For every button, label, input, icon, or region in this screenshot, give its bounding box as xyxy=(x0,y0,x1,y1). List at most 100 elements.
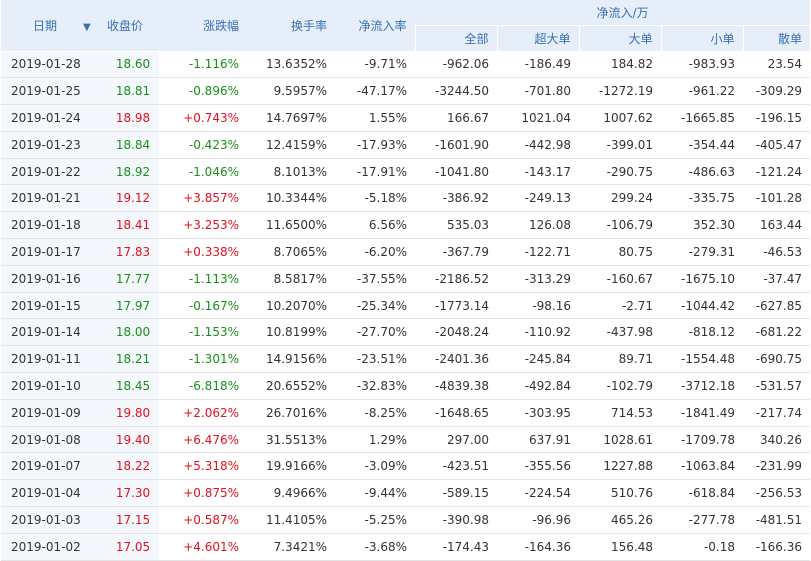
table-row: 2019-01-03 17.15 +0.587% 11.4105% -5.25% -390… xyxy=(1,506,811,534)
cell-close: 18.22 xyxy=(91,452,159,481)
cell-netflow-rate: -9.71% xyxy=(335,51,415,79)
cell-close: 18.98 xyxy=(91,104,159,132)
cell-small: -279.31 xyxy=(661,238,743,266)
cell-date: 2019-01-02 xyxy=(1,533,91,561)
cell-turnover: 9.4966% xyxy=(247,479,335,508)
cell-change: -1.116% xyxy=(159,51,247,79)
cell-total: -962.06 xyxy=(415,51,497,79)
table-row: 2019-01-10 18.45 -6.818% 20.6552% -32.83% -48… xyxy=(1,372,811,400)
cell-total: 535.03 xyxy=(415,211,497,240)
cell-close: 17.15 xyxy=(91,506,159,534)
table-row: 2019-01-25 18.81 -0.896% 9.5957% -47.17% -324… xyxy=(1,77,811,106)
cell-large: -106.79 xyxy=(579,211,661,240)
cell-close: 18.84 xyxy=(91,131,159,159)
cell-large: 1007.62 xyxy=(579,104,661,132)
cell-change: +5.318% xyxy=(159,452,247,481)
cell-change: +0.743% xyxy=(159,104,247,132)
cell-turnover: 8.1013% xyxy=(247,158,335,186)
cell-netflow-rate: -5.18% xyxy=(335,184,415,213)
cell-turnover: 7.3421% xyxy=(247,533,335,561)
cell-change: -1.113% xyxy=(159,265,247,293)
cell-super-large: -249.13 xyxy=(497,184,579,213)
cell-total: -174.43 xyxy=(415,533,497,561)
header-small[interactable]: 小单 xyxy=(660,25,743,51)
cell-retail: 163.44 xyxy=(743,211,811,240)
cell-date: 2019-01-23 xyxy=(1,131,91,159)
cell-close: 17.83 xyxy=(91,238,159,266)
cell-super-large: -701.80 xyxy=(497,77,579,106)
cell-large: 1227.88 xyxy=(579,452,661,481)
header-netflow-rate[interactable]: 净流入率 xyxy=(335,0,415,52)
cell-retail: -196.15 xyxy=(743,104,811,132)
cell-large: 184.82 xyxy=(579,51,661,79)
cell-date: 2019-01-22 xyxy=(1,158,91,186)
cell-turnover: 8.5817% xyxy=(247,265,335,293)
cell-turnover: 10.8199% xyxy=(247,318,335,347)
cell-retail: -690.75 xyxy=(743,345,811,374)
header-super-large[interactable]: 超大单 xyxy=(496,25,579,51)
header-close[interactable]: 收盘价 xyxy=(91,0,159,52)
cell-small: -1675.10 xyxy=(661,265,743,293)
cell-retail: -309.29 xyxy=(743,77,811,106)
cell-retail: 23.54 xyxy=(743,51,811,79)
cell-small: -818.12 xyxy=(661,318,743,347)
cell-date: 2019-01-18 xyxy=(1,211,91,240)
cell-date: 2019-01-04 xyxy=(1,479,91,508)
cell-date: 2019-01-14 xyxy=(1,318,91,347)
cell-retail: -405.47 xyxy=(743,131,811,159)
cell-small: -1665.85 xyxy=(661,104,743,132)
cell-change: +0.875% xyxy=(159,479,247,508)
cell-netflow-rate: -5.25% xyxy=(335,506,415,534)
cell-super-large: -98.16 xyxy=(497,292,579,320)
table-row: 2019-01-02 17.05 +4.601% 7.3421% -3.68% -174.… xyxy=(1,533,811,561)
table-row: 2019-01-09 19.80 +2.062% 26.7016% -8.25% -164… xyxy=(1,399,811,427)
cell-date: 2019-01-03 xyxy=(1,506,91,534)
header-large[interactable]: 大单 xyxy=(578,25,661,51)
cell-super-large: 1021.04 xyxy=(497,104,579,132)
table-row: 2019-01-22 18.92 -1.046% 8.1013% -17.91% -104… xyxy=(1,158,811,186)
cell-large: 714.53 xyxy=(579,399,661,427)
cell-retail: -101.28 xyxy=(743,184,811,213)
cell-date: 2019-01-10 xyxy=(1,372,91,400)
cell-large: 156.48 xyxy=(579,533,661,561)
cell-super-large: -164.36 xyxy=(497,533,579,561)
cell-total: -3244.50 xyxy=(415,77,497,106)
cell-retail: -627.85 xyxy=(743,292,811,320)
cell-netflow-rate: -9.44% xyxy=(335,479,415,508)
cell-change: -0.423% xyxy=(159,131,247,159)
cell-small: -1044.42 xyxy=(661,292,743,320)
table-row: 2019-01-04 17.30 +0.875% 9.4966% -9.44% -589.… xyxy=(1,479,811,508)
cell-large: 80.75 xyxy=(579,238,661,266)
cell-close: 17.30 xyxy=(91,479,159,508)
cell-date: 2019-01-11 xyxy=(1,345,91,374)
cell-netflow-rate: -37.55% xyxy=(335,265,415,293)
table-row: 2019-01-23 18.84 -0.423% 12.4159% -17.93% -16… xyxy=(1,131,811,159)
header-date[interactable]: 日期 ▼ xyxy=(1,0,91,52)
cell-total: -2186.52 xyxy=(415,265,497,293)
cell-small: -486.63 xyxy=(661,158,743,186)
cell-close: 18.92 xyxy=(91,158,159,186)
cell-close: 19.40 xyxy=(91,426,159,454)
header-change[interactable]: 涨跌幅 xyxy=(159,0,247,52)
cell-turnover: 14.7697% xyxy=(247,104,335,132)
cell-date: 2019-01-28 xyxy=(1,51,91,79)
cell-netflow-rate: -3.09% xyxy=(335,452,415,481)
cell-total: -423.51 xyxy=(415,452,497,481)
cell-turnover: 10.3344% xyxy=(247,184,335,213)
cell-super-large: -96.96 xyxy=(497,506,579,534)
cell-total: -589.15 xyxy=(415,479,497,508)
header-turnover[interactable]: 换手率 xyxy=(247,0,335,52)
cell-small: -3712.18 xyxy=(661,372,743,400)
table-row: 2019-01-11 18.21 -1.301% 14.9156% -23.51% -24… xyxy=(1,345,811,374)
header-total[interactable]: 全部 xyxy=(414,25,497,51)
cell-close: 19.80 xyxy=(91,399,159,427)
table-row: 2019-01-21 19.12 +3.857% 10.3344% -5.18% -386… xyxy=(1,184,811,213)
cell-small: -1554.48 xyxy=(661,345,743,374)
header-retail[interactable]: 散单 xyxy=(742,25,811,51)
cell-change: +6.476% xyxy=(159,426,247,454)
cell-large: -2.71 xyxy=(579,292,661,320)
arrow-down-icon[interactable]: ▼ xyxy=(83,22,91,33)
cell-small: -1841.49 xyxy=(661,399,743,427)
cell-change: -6.818% xyxy=(159,372,247,400)
cell-date: 2019-01-24 xyxy=(1,104,91,132)
